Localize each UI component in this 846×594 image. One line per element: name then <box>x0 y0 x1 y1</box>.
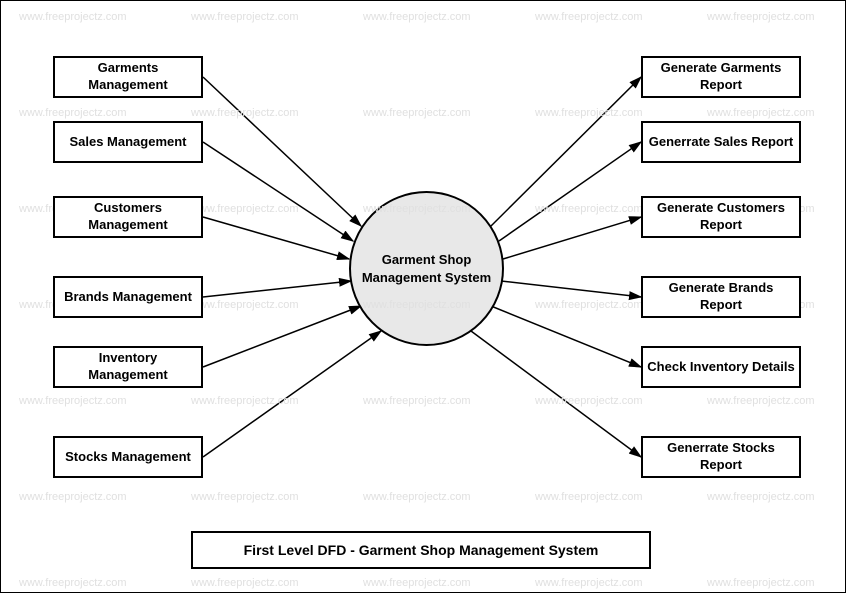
input-entity-label: Stocks Management <box>65 449 191 466</box>
watermark-text: www.freeprojectz.com <box>363 107 471 119</box>
watermark-text: www.freeprojectz.com <box>535 395 643 407</box>
output-entity-label: Generate Brands Report <box>647 280 795 314</box>
center-process-label: Garment Shop Management System <box>361 251 492 286</box>
watermark-text: www.freeprojectz.com <box>191 299 299 311</box>
output-entity-box: Generate Garments Report <box>641 56 801 98</box>
watermark-text: www.freeprojectz.com <box>191 491 299 503</box>
watermark-text: www.freeprojectz.com <box>535 299 643 311</box>
input-entity-label: Brands Management <box>64 289 192 306</box>
watermark-text: www.freeprojectz.com <box>707 577 815 589</box>
output-entity-box: Generate Customers Report <box>641 196 801 238</box>
input-entity-box: Inventory Management <box>53 346 203 388</box>
watermark-text: www.freeprojectz.com <box>191 577 299 589</box>
input-entity-label: Sales Management <box>69 134 186 151</box>
input-entity-box: Customers Management <box>53 196 203 238</box>
watermark-text: www.freeprojectz.com <box>191 11 299 23</box>
watermark-text: www.freeprojectz.com <box>191 107 299 119</box>
watermark-text: www.freeprojectz.com <box>19 395 127 407</box>
input-entity-box: Brands Management <box>53 276 203 318</box>
input-entity-box: Garments Management <box>53 56 203 98</box>
input-entity-box: Sales Management <box>53 121 203 163</box>
output-entity-label: Generrate Sales Report <box>649 134 794 151</box>
diagram-caption-box: First Level DFD - Garment Shop Managemen… <box>191 531 651 569</box>
watermark-text: www.freeprojectz.com <box>707 491 815 503</box>
output-entity-box: Generrate Sales Report <box>641 121 801 163</box>
watermark-text: www.freeprojectz.com <box>19 107 127 119</box>
watermark-text: www.freeprojectz.com <box>19 11 127 23</box>
watermark-text: www.freeprojectz.com <box>363 11 471 23</box>
watermark-text: www.freeprojectz.com <box>535 107 643 119</box>
watermark-text: www.freeprojectz.com <box>191 395 299 407</box>
output-entity-label: Generate Customers Report <box>647 200 795 234</box>
watermark-text: www.freeprojectz.com <box>707 107 815 119</box>
input-entity-box: Stocks Management <box>53 436 203 478</box>
watermark-text: www.freeprojectz.com <box>19 577 127 589</box>
output-entity-box: Check Inventory Details <box>641 346 801 388</box>
watermark-text: www.freeprojectz.com <box>363 491 471 503</box>
watermark-text: www.freeprojectz.com <box>191 203 299 215</box>
watermark-text: www.freeprojectz.com <box>19 491 127 503</box>
watermark-text: www.freeprojectz.com <box>535 577 643 589</box>
watermark-text: www.freeprojectz.com <box>535 203 643 215</box>
watermark-text: www.freeprojectz.com <box>707 11 815 23</box>
input-entity-label: Inventory Management <box>59 350 197 384</box>
input-entity-label: Customers Management <box>59 200 197 234</box>
output-entity-box: Generate Brands Report <box>641 276 801 318</box>
output-entity-label: Generrate Stocks Report <box>647 440 795 474</box>
output-entity-label: Check Inventory Details <box>647 359 794 376</box>
watermark-text: www.freeprojectz.com <box>707 395 815 407</box>
input-entity-label: Garments Management <box>59 60 197 94</box>
center-process-circle: Garment Shop Management System <box>349 191 504 346</box>
watermark-text: www.freeprojectz.com <box>363 577 471 589</box>
watermark-text: www.freeprojectz.com <box>535 11 643 23</box>
watermark-text: www.freeprojectz.com <box>363 395 471 407</box>
output-entity-box: Generrate Stocks Report <box>641 436 801 478</box>
diagram-caption-label: First Level DFD - Garment Shop Managemen… <box>244 542 599 558</box>
watermark-text: www.freeprojectz.com <box>535 491 643 503</box>
output-entity-label: Generate Garments Report <box>647 60 795 94</box>
